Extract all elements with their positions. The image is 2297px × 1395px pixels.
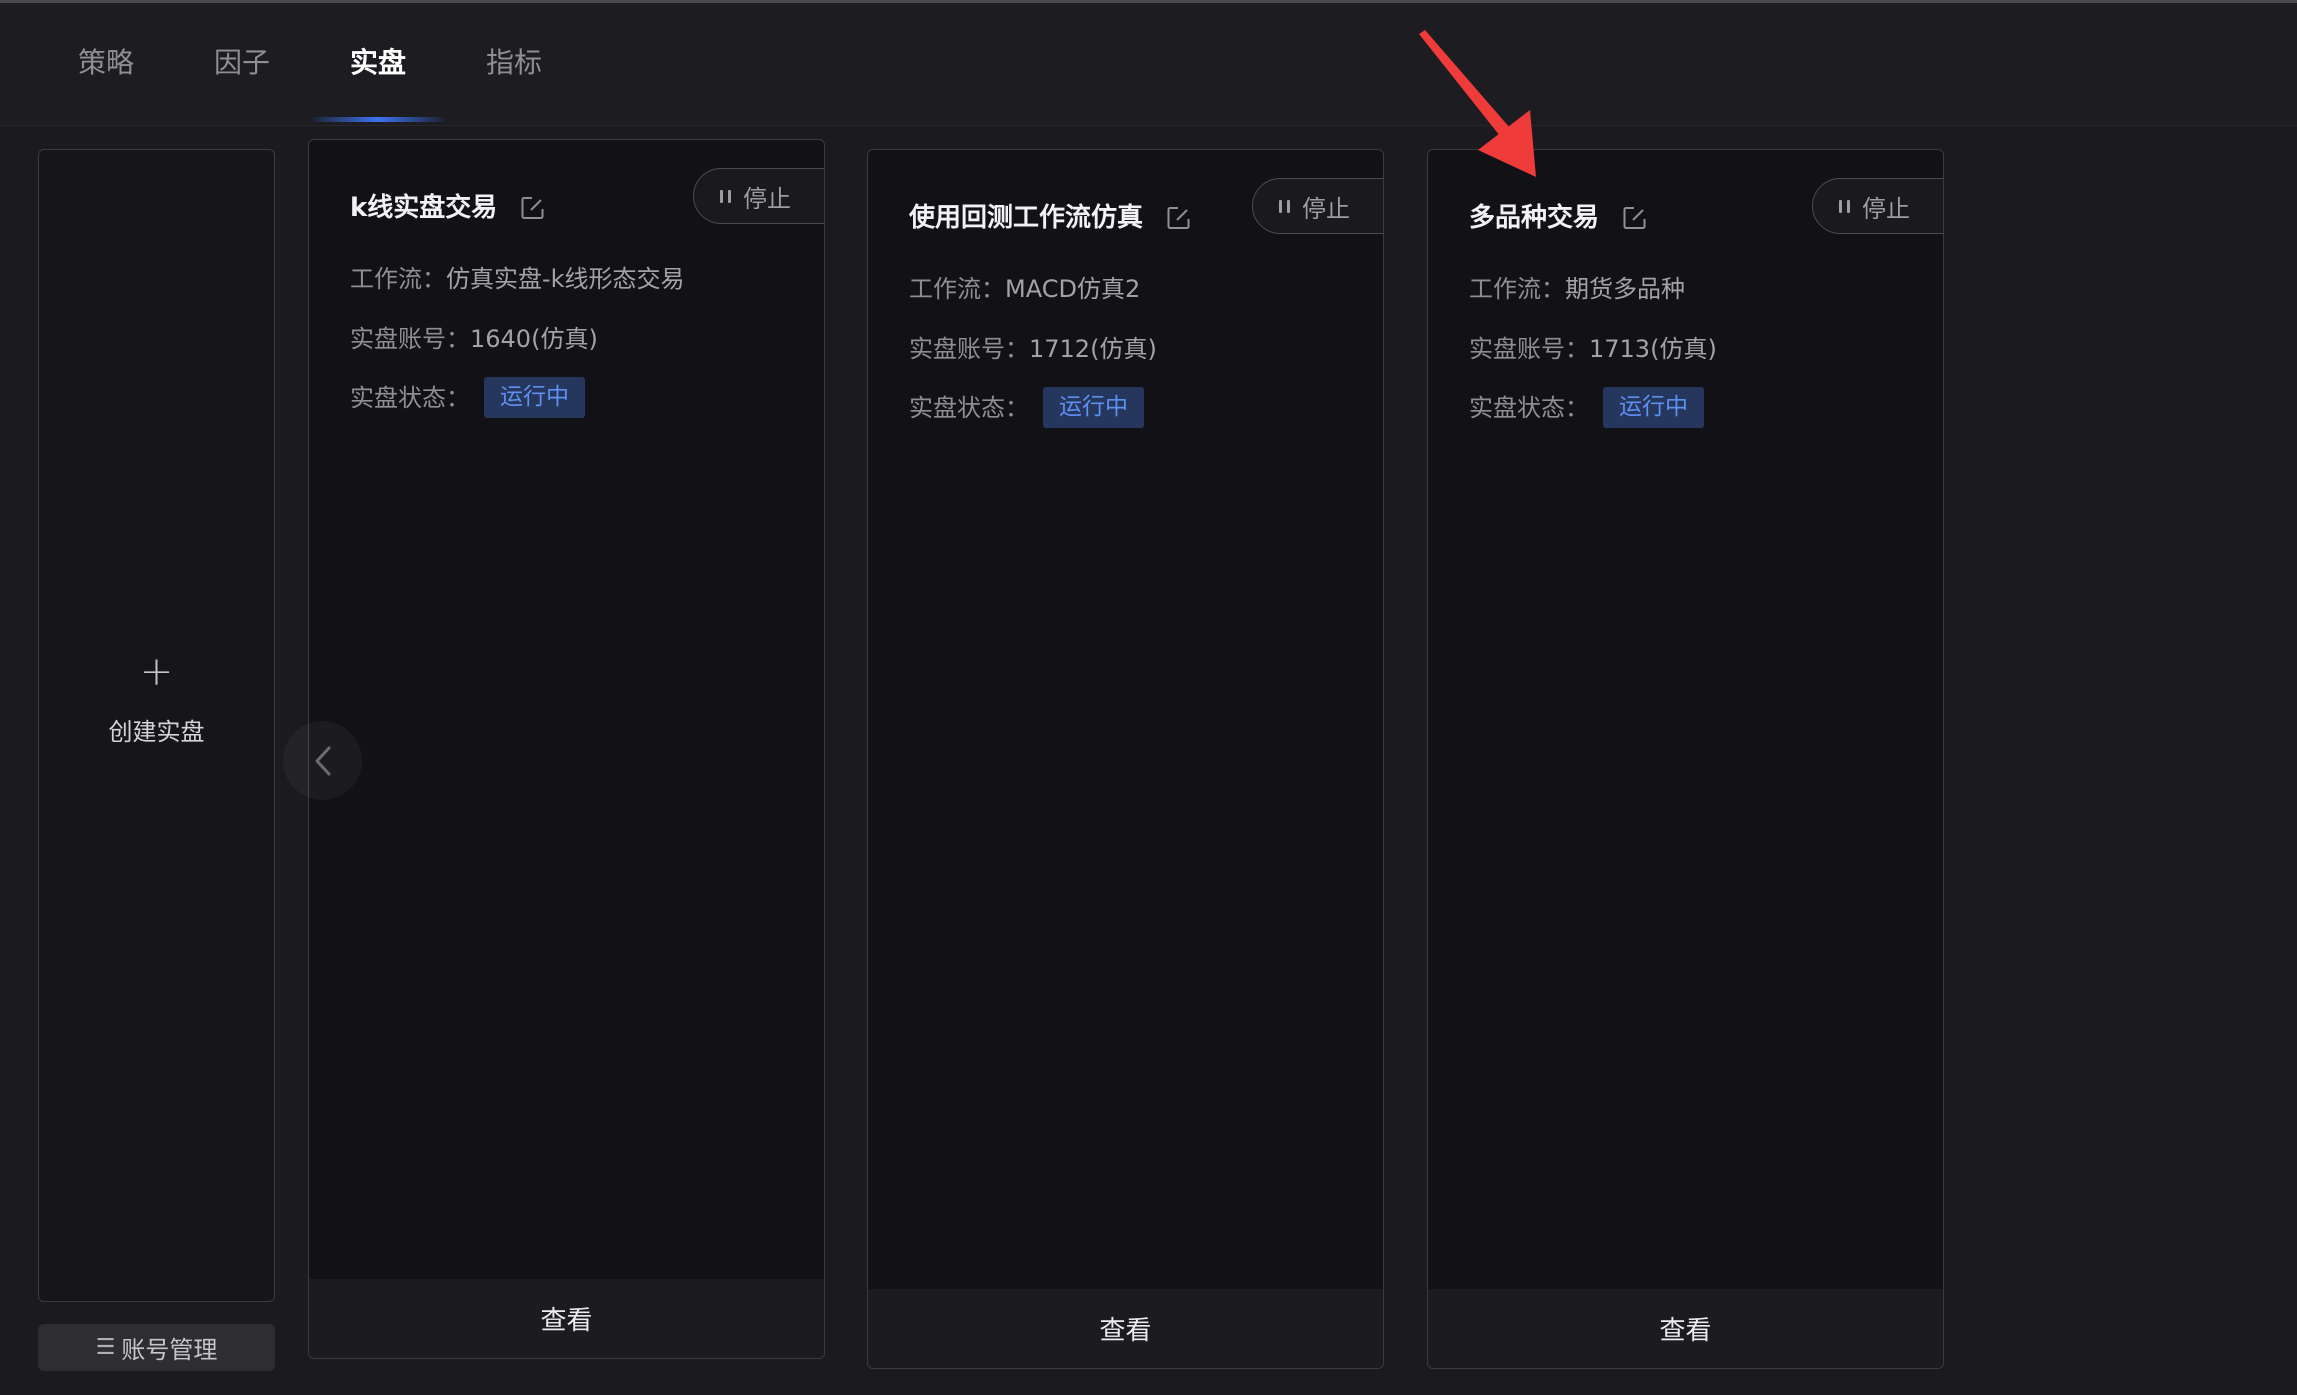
card-title-text: k线实盘交易 bbox=[350, 193, 498, 223]
account-value: 1713(仿真) bbox=[1589, 335, 1717, 363]
workflow-label: 工作流： bbox=[909, 275, 1005, 303]
account-row: 实盘账号： 1640(仿真) bbox=[350, 322, 598, 356]
status-label: 实盘状态： bbox=[909, 393, 1029, 422]
page: 策略 因子 实盘 指标 + 创建实盘 ☰ 账号管理 k线实盘交易 停止 工作流：… bbox=[0, 0, 2297, 1395]
create-live-trading-button[interactable]: + 创建实盘 bbox=[38, 149, 275, 1302]
status-label: 实盘状态： bbox=[350, 383, 470, 412]
stop-button[interactable]: 停止 bbox=[693, 168, 824, 224]
status-label: 实盘状态： bbox=[1469, 393, 1589, 422]
card-title: k线实盘交易 bbox=[350, 190, 547, 226]
account-value: 1712(仿真) bbox=[1029, 335, 1157, 363]
tab-live-trading[interactable]: 实盘 bbox=[350, 45, 406, 81]
account-management-label: 账号管理 bbox=[121, 1336, 218, 1364]
account-label: 实盘账号： bbox=[350, 325, 470, 353]
live-trading-card: 使用回测工作流仿真 停止 工作流： MACD仿真2 实盘账号： 1712(仿真)… bbox=[867, 149, 1384, 1369]
status-row: 实盘状态： 运行中 bbox=[909, 387, 1144, 428]
workflow-value: 仿真实盘-k线形态交易 bbox=[446, 265, 685, 293]
live-trading-card: 多品种交易 停止 工作流： 期货多品种 实盘账号： 1713(仿真) 实盘状态：… bbox=[1427, 149, 1944, 1369]
view-button[interactable]: 查看 bbox=[1428, 1289, 1943, 1368]
view-button[interactable]: 查看 bbox=[309, 1279, 824, 1358]
status-badge: 运行中 bbox=[1043, 387, 1144, 428]
carousel-prev-button[interactable] bbox=[283, 721, 362, 800]
account-label: 实盘账号： bbox=[909, 335, 1029, 363]
tab-factor[interactable]: 因子 bbox=[214, 45, 270, 81]
account-row: 实盘账号： 1713(仿真) bbox=[1469, 332, 1717, 366]
edit-icon[interactable] bbox=[1165, 204, 1193, 232]
stop-label: 停止 bbox=[1302, 194, 1350, 223]
card-title-text: 多品种交易 bbox=[1469, 203, 1600, 233]
account-row: 实盘账号： 1712(仿真) bbox=[909, 332, 1157, 366]
create-live-trading-label: 创建实盘 bbox=[108, 718, 205, 746]
list-icon: ☰ bbox=[95, 1335, 116, 1360]
chevron-left-icon bbox=[315, 746, 330, 775]
tab-strategy[interactable]: 策略 bbox=[78, 45, 134, 81]
pause-icon bbox=[1279, 199, 1290, 213]
workflow-row: 工作流： MACD仿真2 bbox=[909, 272, 1140, 306]
status-row: 实盘状态： 运行中 bbox=[350, 377, 585, 418]
tab-indicator[interactable]: 指标 bbox=[486, 45, 542, 81]
pause-icon bbox=[1839, 199, 1850, 213]
workflow-row: 工作流： 仿真实盘-k线形态交易 bbox=[350, 262, 685, 296]
workflow-label: 工作流： bbox=[350, 265, 446, 293]
workflow-value: 期货多品种 bbox=[1565, 275, 1685, 303]
tab-bar: 策略 因子 实盘 指标 bbox=[0, 3, 2297, 126]
account-label: 实盘账号： bbox=[1469, 335, 1589, 363]
card-title: 使用回测工作流仿真 bbox=[909, 200, 1193, 236]
account-management-button[interactable]: ☰ 账号管理 bbox=[38, 1324, 275, 1371]
card-title: 多品种交易 bbox=[1469, 200, 1649, 236]
stop-button[interactable]: 停止 bbox=[1812, 178, 1943, 234]
stop-label: 停止 bbox=[1862, 194, 1910, 223]
status-badge: 运行中 bbox=[1603, 387, 1704, 428]
status-badge: 运行中 bbox=[484, 377, 585, 418]
edit-icon[interactable] bbox=[1621, 204, 1649, 232]
stop-label: 停止 bbox=[743, 184, 791, 213]
workflow-value: MACD仿真2 bbox=[1005, 275, 1141, 303]
card-title-text: 使用回测工作流仿真 bbox=[909, 203, 1144, 233]
live-trading-card: k线实盘交易 停止 工作流： 仿真实盘-k线形态交易 实盘账号： 1640(仿真… bbox=[308, 139, 825, 1359]
workflow-row: 工作流： 期货多品种 bbox=[1469, 272, 1685, 306]
edit-icon[interactable] bbox=[519, 194, 547, 222]
status-row: 实盘状态： 运行中 bbox=[1469, 387, 1704, 428]
account-value: 1640(仿真) bbox=[470, 325, 598, 353]
view-button[interactable]: 查看 bbox=[868, 1289, 1383, 1368]
plus-icon: + bbox=[139, 649, 174, 695]
workflow-label: 工作流： bbox=[1469, 275, 1565, 303]
stop-button[interactable]: 停止 bbox=[1252, 178, 1383, 234]
active-tab-indicator bbox=[312, 117, 444, 122]
pause-icon bbox=[720, 189, 731, 203]
